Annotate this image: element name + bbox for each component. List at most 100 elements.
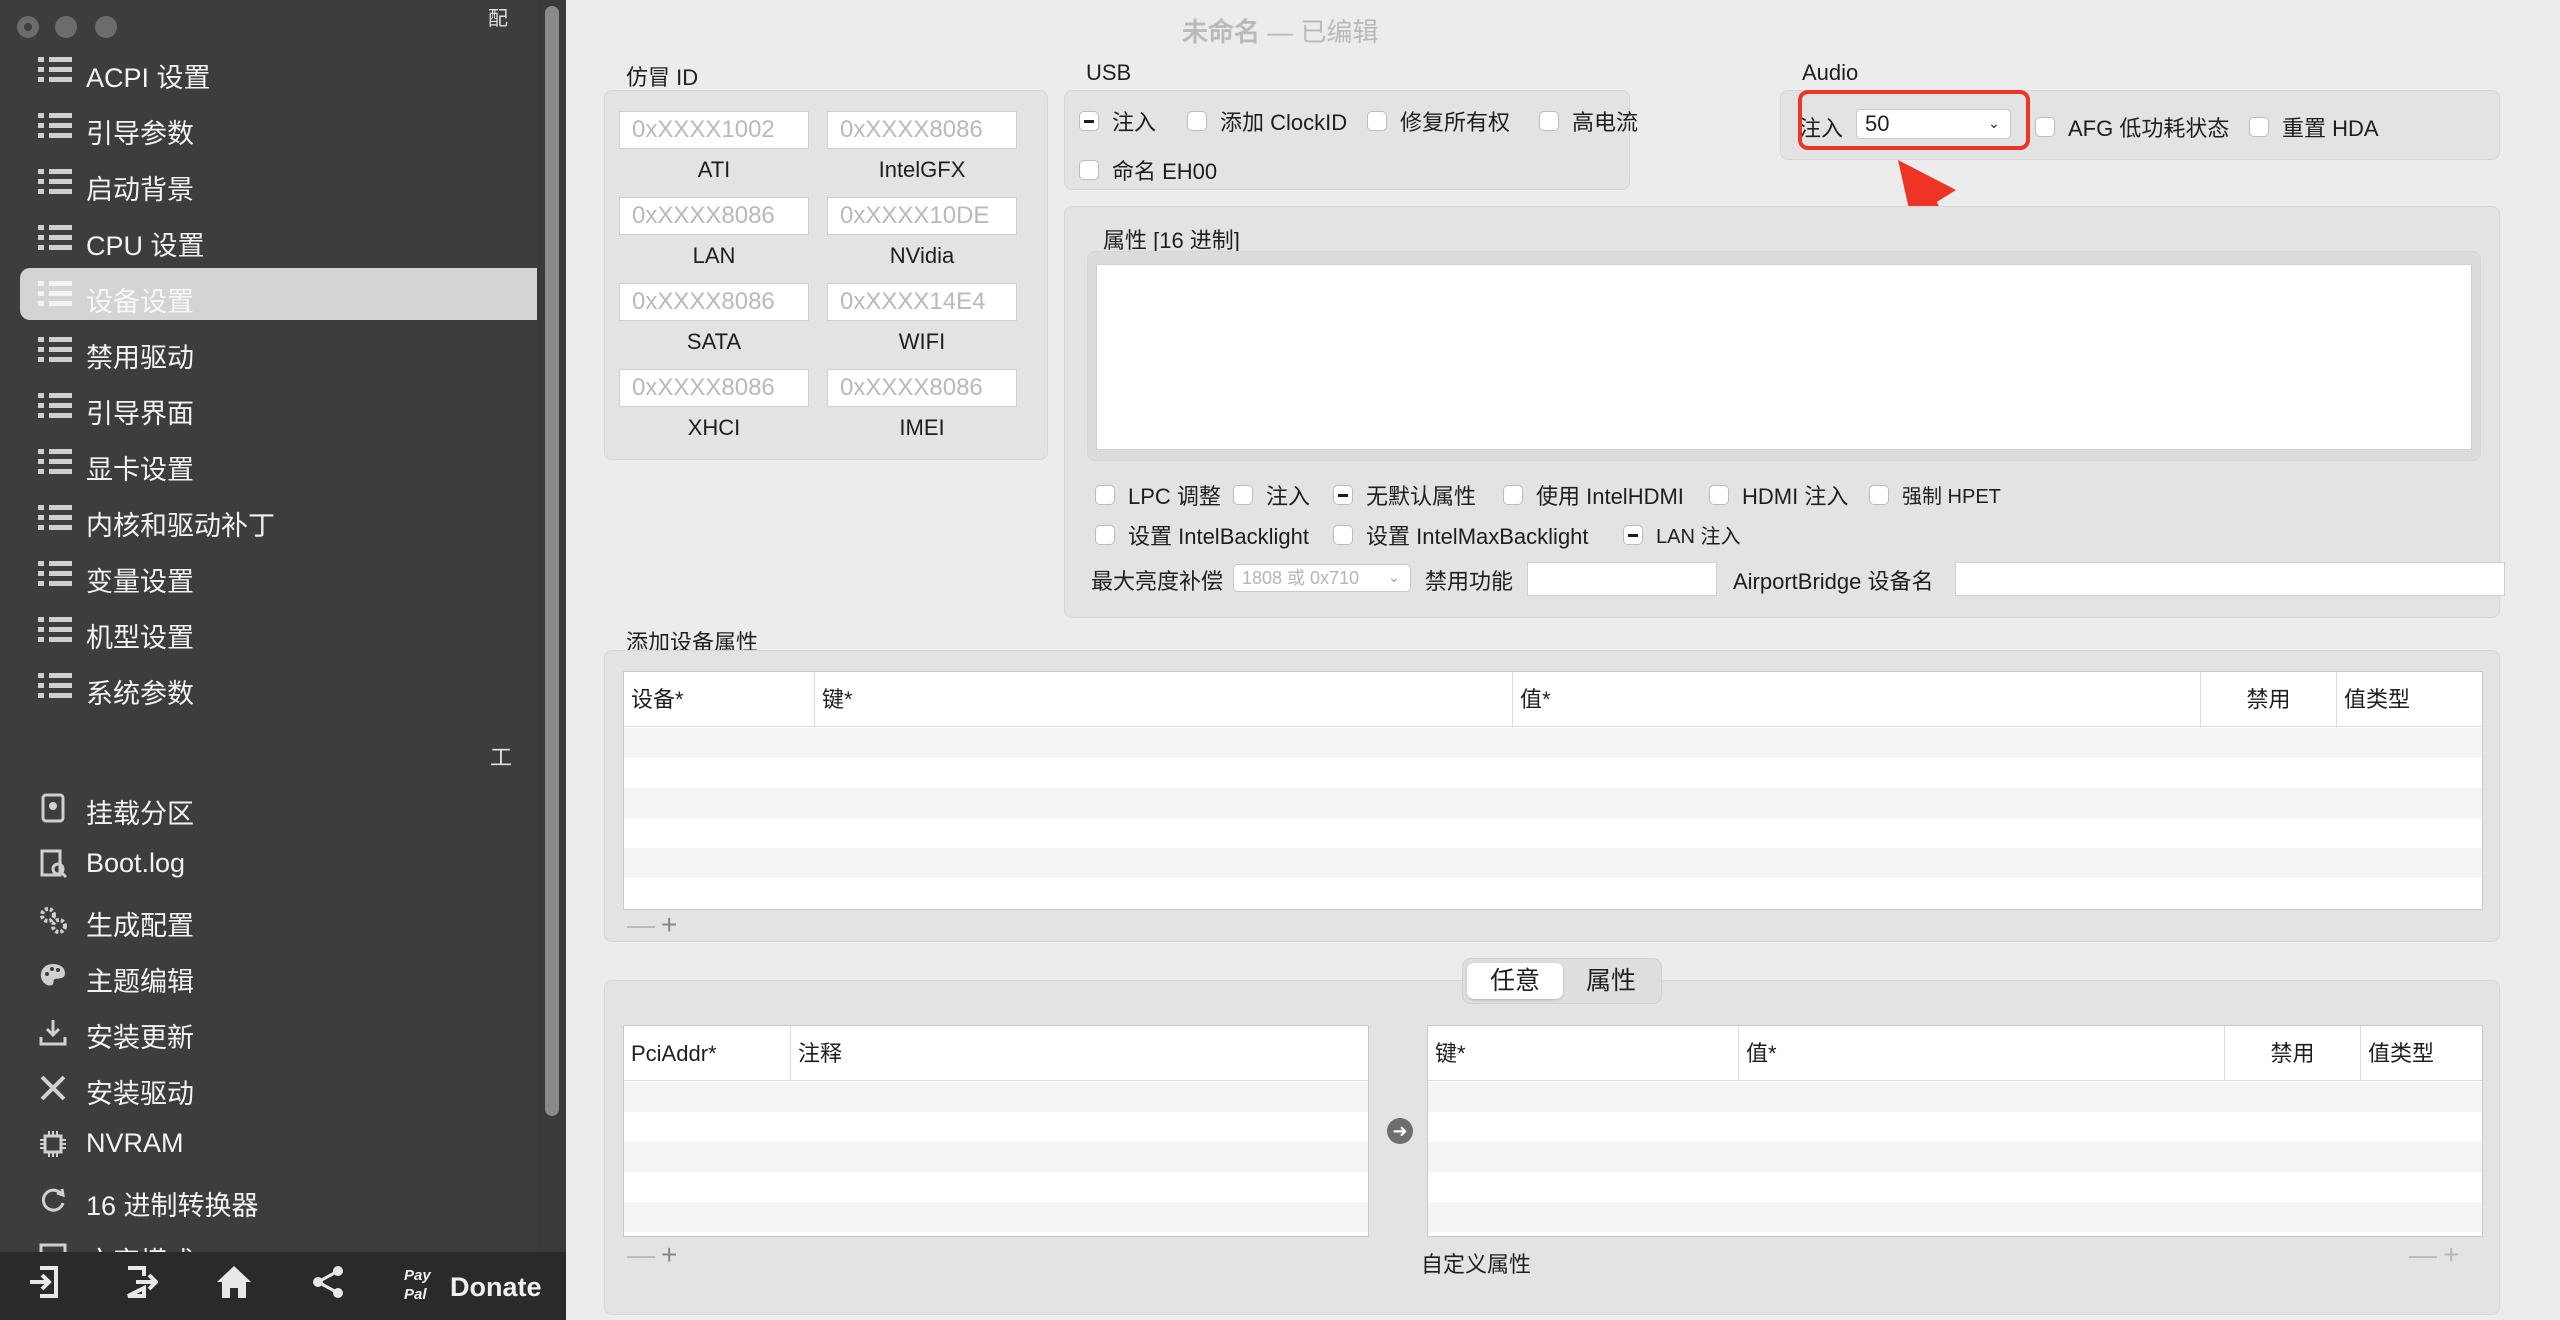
no-default-properties-checkbox[interactable]: 无默认属性	[1333, 479, 1476, 511]
usb-inject-checkbox[interactable]: 注入	[1079, 105, 1156, 137]
properties-hex-frame	[1087, 251, 2481, 461]
table-row[interactable]	[624, 1202, 1368, 1232]
column-header-device[interactable]: 设备*	[624, 672, 814, 727]
minimize-window-button[interactable]	[55, 16, 77, 38]
column-header-value[interactable]: 值*	[1738, 1026, 2224, 1081]
sidebar-item-system-parameters[interactable]: 系统参数	[0, 660, 537, 712]
sidebar-item-graphics[interactable]: 显卡设置	[0, 436, 537, 488]
sidebar-item-nvram[interactable]: NVRAM	[0, 1116, 537, 1168]
lan-inject-checkbox[interactable]: LAN 注入	[1623, 520, 1740, 549]
column-header-key[interactable]: 键*	[814, 672, 1512, 727]
arrow-right-icon[interactable]: ➜	[1387, 1118, 1413, 1144]
sidebar-item-mount-efi[interactable]: 挂载分区	[0, 780, 537, 832]
remove-row-button[interactable]: —	[2409, 1239, 2443, 1270]
ati-id-field[interactable]: 0xXXXX1002	[619, 111, 809, 149]
home-button[interactable]	[212, 1264, 256, 1308]
set-intel-max-backlight-checkbox[interactable]: 设置 IntelMaxBacklight	[1333, 519, 1589, 551]
lan-id-field[interactable]: 0xXXXX8086	[619, 197, 809, 235]
table-row[interactable]	[624, 878, 2482, 908]
add-row-button[interactable]: +	[661, 909, 683, 940]
column-header-key[interactable]: 键*	[1428, 1026, 1738, 1081]
nvidia-id-label: NVidia	[889, 243, 955, 268]
text-icon	[38, 1241, 72, 1252]
table-row[interactable]	[1428, 1082, 2482, 1112]
tab-properties[interactable]: 属性	[1563, 963, 1659, 999]
sidebar-item-hex-converter[interactable]: 16 进制转换器	[0, 1172, 537, 1224]
zoom-window-button[interactable]	[95, 16, 117, 38]
column-header-disabled[interactable]: 禁用	[2200, 672, 2336, 727]
table-row[interactable]	[624, 1172, 1368, 1202]
disable-functions-input[interactable]	[1527, 562, 1717, 596]
set-intel-backlight-checkbox[interactable]: 设置 IntelBacklight	[1095, 519, 1309, 551]
usb-fix-ownership-checkbox[interactable]: 修复所有权	[1367, 105, 1510, 137]
use-intel-hdmi-checkbox[interactable]: 使用 IntelHDMI	[1503, 479, 1684, 511]
sidebar-item-install-drivers[interactable]: 安装驱动	[0, 1060, 537, 1112]
table-row[interactable]	[624, 788, 2482, 818]
sidebar-item-cpu[interactable]: CPU 设置	[0, 212, 537, 264]
column-header-value-type[interactable]: 值类型	[2336, 672, 2482, 727]
table-row[interactable]	[624, 818, 2482, 848]
table-row[interactable]	[624, 1112, 1368, 1142]
table-row[interactable]	[624, 758, 2482, 788]
nvidia-id-field[interactable]: 0xXXXX10DE	[827, 197, 1017, 235]
sata-id-field[interactable]: 0xXXXX8086	[619, 283, 809, 321]
column-header-disabled[interactable]: 禁用	[2224, 1026, 2360, 1081]
intelgfx-id-field[interactable]: 0xXXXX8086	[827, 111, 1017, 149]
tab-arbitrary[interactable]: 任意	[1467, 963, 1563, 999]
sidebar-item-gui[interactable]: 引导界面	[0, 380, 537, 432]
sidebar-item-kernel-patches[interactable]: 内核和驱动补丁	[0, 492, 537, 544]
table-row[interactable]	[624, 1082, 1368, 1112]
tools-section-label: 工	[490, 745, 513, 770]
table-row[interactable]	[624, 728, 2482, 758]
usb-add-clockid-checkbox[interactable]: 添加 ClockID	[1187, 105, 1347, 137]
sidebar-item-smbios[interactable]: 机型设置	[0, 604, 537, 656]
table-row[interactable]	[1428, 1112, 2482, 1142]
properties-hex-textarea[interactable]	[1096, 264, 2472, 450]
add-row-button[interactable]: +	[661, 1239, 683, 1270]
reset-hda-checkbox[interactable]: 重置 HDA	[2249, 111, 2379, 143]
sidebar-item-text-mode[interactable]: 文字模式	[0, 1228, 537, 1252]
sidebar-item-generate-config[interactable]: 生成配置	[0, 892, 537, 944]
force-hpet-checkbox[interactable]: 强制 HPET	[1869, 480, 2001, 509]
column-header-pciaddr[interactable]: PciAddr*	[624, 1026, 790, 1081]
add-row-button[interactable]: +	[2443, 1239, 2465, 1270]
column-header-value-type[interactable]: 值类型	[2360, 1026, 2482, 1081]
table-row[interactable]	[624, 848, 2482, 878]
usb-high-current-checkbox[interactable]: 高电流	[1539, 105, 1638, 137]
usb-name-eh00-checkbox[interactable]: 命名 EH00	[1079, 154, 1217, 186]
close-window-button[interactable]	[17, 16, 39, 38]
sidebar-item-theme-editor[interactable]: 主题编辑	[0, 948, 537, 1000]
table-row[interactable]	[624, 1142, 1368, 1172]
lpc-tune-checkbox[interactable]: LPC 调整	[1095, 479, 1221, 511]
table-row[interactable]	[1428, 1172, 2482, 1202]
properties-inject-checkbox[interactable]: 注入	[1233, 479, 1310, 511]
imei-id-field[interactable]: 0xXXXX8086	[827, 369, 1017, 407]
sidebar-item-devices[interactable]: 设备设置	[20, 268, 537, 320]
sidebar-item-boot-log[interactable]: Boot.log	[0, 836, 537, 888]
table-row[interactable]	[1428, 1202, 2482, 1232]
wifi-id-field[interactable]: 0xXXXX14E4	[827, 283, 1017, 321]
sidebar-item-boot-graphics[interactable]: 启动背景	[0, 156, 537, 208]
afg-low-power-checkbox[interactable]: AFG 低功耗状态	[2035, 111, 2229, 143]
max-brightness-select[interactable]: 1808 或 0x710 ⌄	[1233, 564, 1411, 592]
sidebar-item-boot-args[interactable]: 引导参数	[0, 100, 537, 152]
sidebar-item-install-update[interactable]: 安装更新	[0, 1004, 537, 1056]
table-row[interactable]	[1428, 1142, 2482, 1172]
column-header-comment[interactable]: 注释	[790, 1026, 1368, 1081]
remove-row-button[interactable]: —	[627, 1239, 661, 1270]
sidebar-item-acpi[interactable]: ACPI 设置	[0, 44, 537, 96]
sidebar-item-disable-drivers[interactable]: 禁用驱动	[0, 324, 537, 376]
sidebar: 配 ACPI 设置 引导参数 启动背景 CPU 设置 设备设置 禁用驱动 引导界…	[0, 0, 566, 1320]
sidebar-scrollbar-thumb[interactable]	[545, 6, 559, 1116]
column-header-value[interactable]: 值*	[1512, 672, 2200, 727]
hdmi-inject-checkbox[interactable]: HDMI 注入	[1709, 479, 1848, 511]
airport-bridge-input[interactable]	[1955, 562, 2505, 596]
donate-button[interactable]: Pay Pal Donate	[400, 1264, 560, 1308]
sidebar-item-rt-variables[interactable]: 变量设置	[0, 548, 537, 600]
intelgfx-id-label: IntelGFX	[878, 157, 966, 182]
remove-row-button[interactable]: —	[627, 909, 661, 940]
import-button[interactable]	[22, 1264, 66, 1308]
export-button[interactable]	[118, 1264, 162, 1308]
xhci-id-field[interactable]: 0xXXXX8086	[619, 369, 809, 407]
share-button[interactable]	[306, 1264, 350, 1308]
